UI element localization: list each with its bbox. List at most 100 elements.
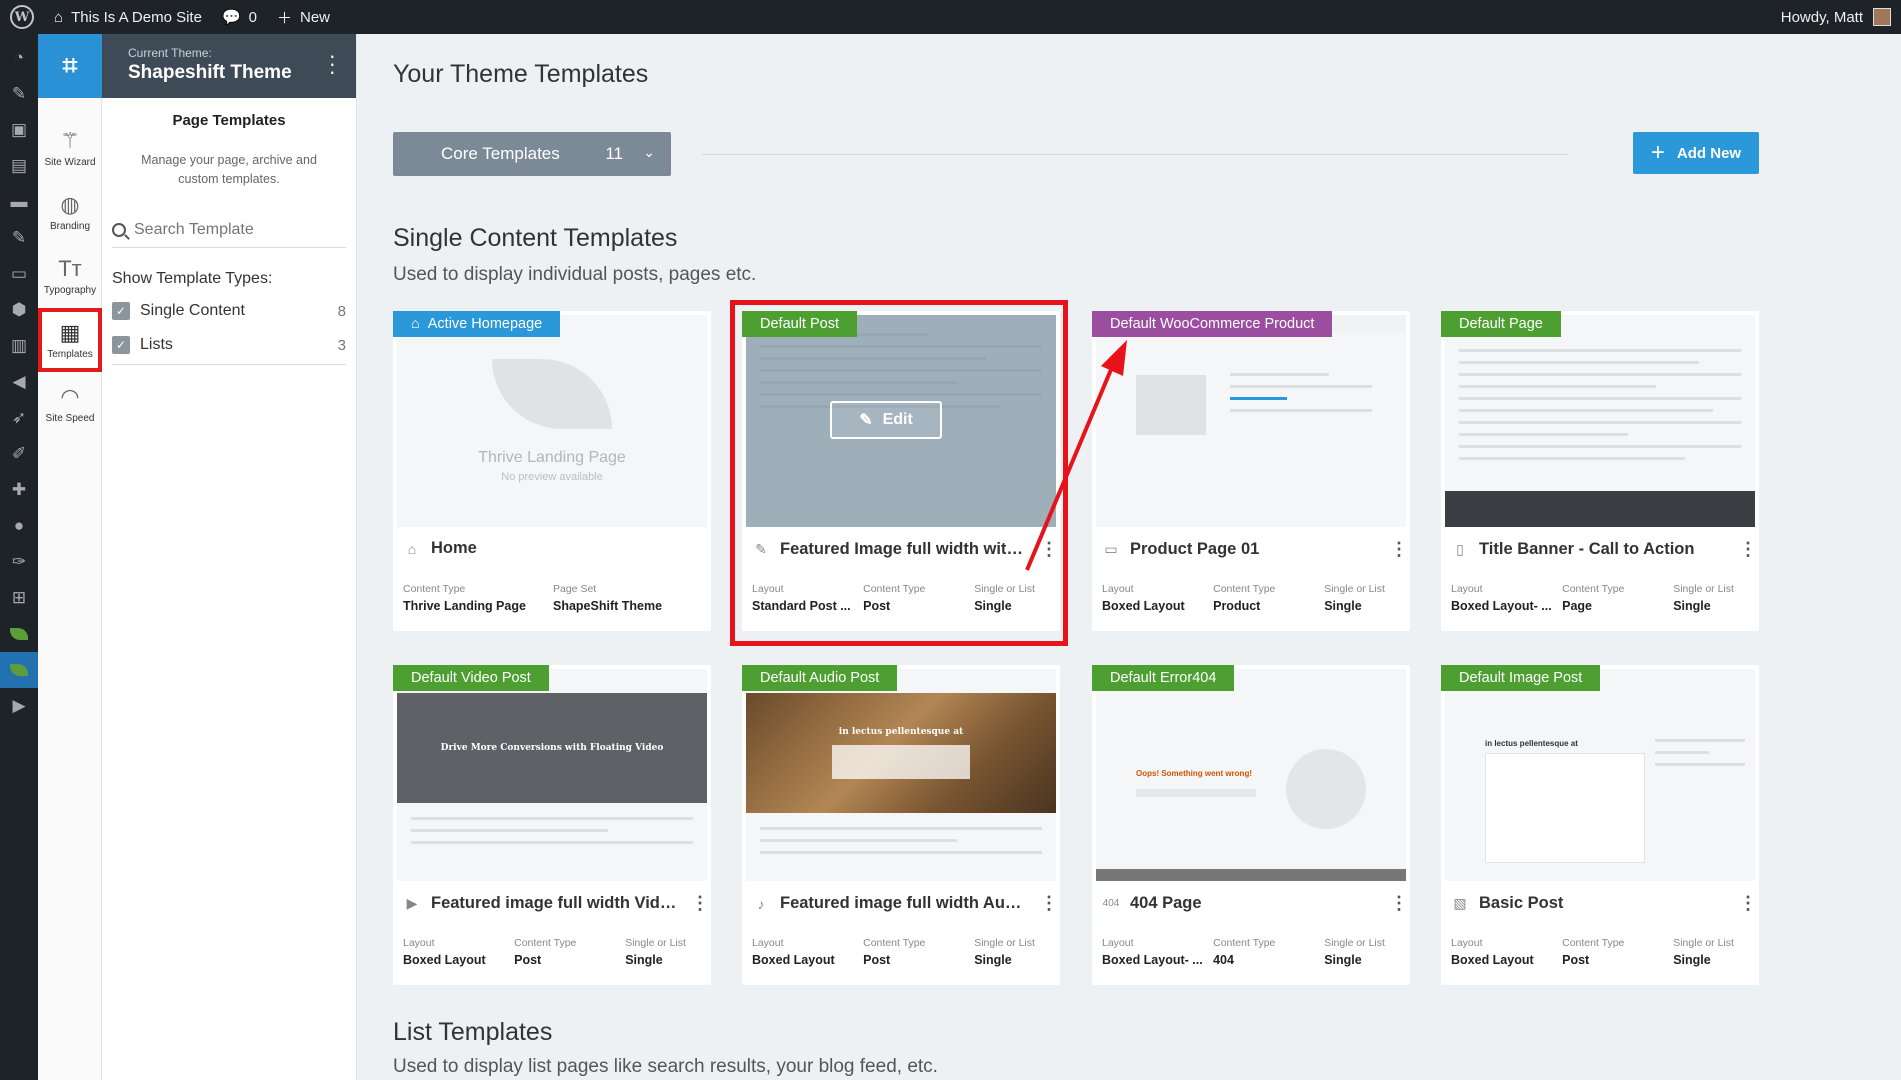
thrive-dashboard-icon[interactable]: ➶ — [0, 400, 38, 436]
badge-label: Default Error404 — [1110, 670, 1217, 686]
plugins-icon[interactable]: ✚ — [0, 472, 38, 508]
template-badge: Default Error404 — [1092, 665, 1235, 691]
comments-link[interactable]: 💬 0 — [212, 0, 267, 34]
preview-text: Drive More Conversions with Floating Vid… — [440, 743, 664, 753]
list-section-subtitle: Used to display list pages like search r… — [393, 1056, 938, 1077]
meta-key: Single or List — [1673, 937, 1734, 949]
template-title-row: ✎ Featured Image full width with ... ⋮ — [752, 539, 1058, 560]
template-preview[interactable] — [1445, 315, 1755, 527]
edit-button[interactable]: ✎ Edit — [830, 401, 942, 439]
settings-icon[interactable]: ⊞ — [0, 580, 38, 616]
core-templates-label: Core Templates — [441, 144, 560, 163]
preview-content — [397, 803, 707, 871]
template-meta: Layout Boxed Layout Content Type Post Sing… — [1451, 937, 1751, 967]
marketing-icon[interactable]: ◀ — [0, 364, 38, 400]
wp-logo-menu[interactable]: W — [0, 0, 44, 34]
template-card[interactable]: Drive More Conversions with Floating Vid… — [393, 665, 711, 985]
preview-sidebar — [1655, 739, 1745, 775]
speedometer-icon: ◠ — [60, 383, 80, 409]
template-card[interactable]: ✎ Edit Default Post ✎ Featured Image ful… — [742, 311, 1060, 631]
nav-branding[interactable]: ◍ Branding — [38, 180, 102, 244]
meta-key: Single or List — [1324, 937, 1385, 949]
home-icon: ⌂ — [54, 8, 64, 26]
badge-label: Default Image Post — [1459, 670, 1583, 686]
template-card[interactable]: in lectus pellentesque at Default Audio … — [742, 665, 1060, 985]
nav-site-wizard[interactable]: ⚚ Site Wizard — [38, 116, 102, 180]
more-options-icon[interactable]: ⋮ — [1739, 539, 1757, 560]
pages-icon[interactable]: ▤ — [0, 148, 38, 184]
meta-key: Content Type — [1562, 583, 1625, 595]
template-preview[interactable]: Oops! Something went wrong! — [1096, 669, 1406, 881]
analytics-icon[interactable]: ▥ — [0, 328, 38, 364]
palette-icon: ◍ — [60, 191, 80, 217]
template-title: Featured image full width Video... — [431, 894, 681, 912]
meta-key: Layout — [752, 583, 784, 595]
meta-key: Single or List — [1673, 583, 1734, 595]
dashboard-icon[interactable]: ◔ — [0, 40, 38, 76]
wordpress-logo-icon: W — [10, 5, 34, 29]
products-icon[interactable]: ⬢ — [0, 292, 38, 328]
list-section-title: List Templates — [393, 1018, 553, 1046]
nav-templates[interactable]: ▦ Templates — [38, 308, 102, 372]
nav-typography[interactable]: Tт Typography — [38, 244, 102, 308]
type-filter-single-content[interactable]: ✓ Single Content 8 — [112, 302, 346, 320]
template-preview[interactable]: in lectus pellentesque at — [1445, 669, 1755, 881]
core-templates-dropdown[interactable]: Core Templates 11 ⌄ — [393, 132, 671, 176]
posts-pin-icon[interactable]: ✎ — [0, 76, 38, 112]
site-name-link[interactable]: ⌂ This Is A Demo Site — [44, 0, 212, 34]
comments-menu-icon[interactable]: ▬ — [0, 184, 38, 220]
theme-options-icon[interactable]: · · · — [329, 45, 336, 83]
search-input[interactable] — [134, 221, 334, 239]
new-content-link[interactable]: ＋ New — [267, 0, 340, 34]
template-badge: Default Page — [1441, 311, 1561, 337]
thrive-leaf-icon[interactable] — [0, 616, 38, 652]
type-label: Lists — [140, 336, 173, 353]
template-preview[interactable] — [1096, 315, 1406, 527]
badge-label: Default Post — [760, 316, 839, 332]
template-meta: Layout Boxed Layout Content Type Post Sing… — [403, 937, 703, 967]
checkbox-checked-icon[interactable]: ✓ — [112, 302, 130, 320]
template-card[interactable]: in lectus pellentesque at Default Image … — [1441, 665, 1759, 985]
template-preview[interactable]: in lectus pellentesque at — [746, 669, 1056, 881]
divider — [112, 364, 346, 365]
nav-label: Site Wizard — [44, 156, 96, 168]
theme-builder-logo-icon[interactable]: ⌗ — [38, 34, 102, 98]
more-options-icon[interactable]: ⋮ — [1390, 539, 1408, 560]
add-new-button[interactable]: + Add New — [1633, 132, 1759, 174]
meta-key: Single or List — [625, 937, 686, 949]
users-icon[interactable]: ● — [0, 508, 38, 544]
my-account-menu[interactable]: Howdy, Matt — [1781, 8, 1901, 26]
type-filter-lists[interactable]: ✓ Lists 3 — [112, 336, 346, 354]
thrive-theme-builder-icon[interactable] — [0, 652, 38, 688]
pin-icon[interactable]: ✎ — [0, 220, 38, 256]
template-preview[interactable]: Drive More Conversions with Floating Vid… — [397, 669, 707, 881]
template-card[interactable]: Oops! Something went wrong! Default Erro… — [1092, 665, 1410, 985]
meta-value: Boxed Layout- ... — [1102, 953, 1203, 967]
template-card[interactable]: Default WooCommerce Product ▭ Product Pa… — [1092, 311, 1410, 631]
tools-icon[interactable]: ✑ — [0, 544, 38, 580]
more-options-icon[interactable]: ⋮ — [1040, 893, 1058, 914]
meta-value: 404 — [1213, 953, 1234, 967]
appearance-icon[interactable]: ✐ — [0, 436, 38, 472]
template-card[interactable]: Default Page ▯ Title Banner - Call to Ac… — [1441, 311, 1759, 631]
templates-icon: ▦ — [59, 319, 81, 345]
preview-text: Oops! Something went wrong! — [1136, 769, 1252, 778]
howdy-text: Howdy, Matt — [1780, 8, 1863, 26]
checkbox-checked-icon[interactable]: ✓ — [112, 336, 130, 354]
template-preview[interactable]: ✎ Edit — [746, 315, 1056, 527]
collapse-menu-icon[interactable]: ▶ — [0, 688, 38, 724]
more-options-icon[interactable]: ⋮ — [1390, 893, 1408, 914]
media-icon[interactable]: ▣ — [0, 112, 38, 148]
template-card[interactable]: Thrive Landing Page No preview available… — [393, 311, 711, 631]
woocommerce-icon[interactable]: ▭ — [0, 256, 38, 292]
badge-label: Active Homepage — [427, 316, 543, 332]
more-options-icon[interactable]: ⋮ — [691, 893, 709, 914]
thrive-leaf-icon — [492, 359, 612, 429]
more-options-icon[interactable]: ⋮ — [1739, 893, 1757, 914]
template-meta: Layout Standard Post ... Content Type Post… — [752, 583, 1052, 613]
template-badge: Default WooCommerce Product — [1092, 311, 1333, 337]
nav-site-speed[interactable]: ◠ Site Speed — [38, 372, 102, 436]
template-preview[interactable]: Thrive Landing Page No preview available — [397, 315, 707, 527]
meta-key: Content Type — [863, 937, 926, 949]
template-title-row: ▧ Basic Post ⋮ — [1451, 893, 1757, 914]
